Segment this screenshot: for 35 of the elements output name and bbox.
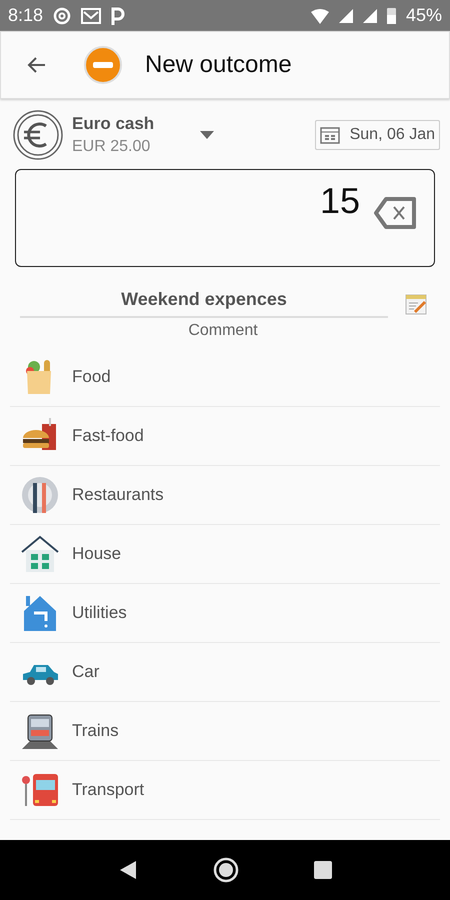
status-time: 8:18 — [8, 5, 44, 26]
date-button[interactable]: Sun, 06 Jan — [314, 120, 440, 150]
battery-percent: 45% — [406, 5, 442, 26]
category-item[interactable]: Fast-food — [10, 407, 440, 466]
backspace-icon[interactable] — [374, 196, 418, 230]
wifi-icon — [310, 8, 329, 24]
category-item[interactable]: Restaurants — [10, 466, 440, 525]
category-item[interactable]: Trains — [10, 702, 440, 761]
back-nav-icon[interactable] — [118, 860, 138, 880]
comment-label: Comment — [187, 321, 259, 340]
calendar-icon — [320, 126, 340, 144]
at-sign-icon — [53, 6, 72, 24]
screen-title: New outcome — [145, 51, 292, 79]
p-app-icon — [111, 6, 126, 24]
amount-field[interactable]: 15 — [15, 169, 435, 267]
plate-icon — [20, 475, 60, 515]
dropdown-icon[interactable] — [200, 131, 214, 139]
signal-icon — [338, 8, 353, 22]
category-item[interactable]: Car — [10, 643, 440, 702]
euro-coin-icon[interactable] — [12, 109, 64, 161]
comment-field[interactable]: Weekend expences — [20, 289, 388, 318]
category-item[interactable]: Food — [10, 348, 440, 407]
category-item[interactable]: Transport — [10, 761, 440, 820]
home-nav-icon[interactable] — [212, 857, 239, 883]
category-item[interactable]: House — [10, 525, 440, 584]
account-name[interactable]: Euro cash — [72, 114, 192, 134]
category-item[interactable]: Utilities — [10, 584, 440, 643]
mail-icon — [81, 8, 102, 24]
house-icon — [20, 534, 60, 574]
recents-nav-icon[interactable] — [314, 861, 332, 879]
minus-circle-icon — [83, 45, 123, 85]
notepad-icon[interactable] — [404, 292, 428, 316]
signal-icon — [362, 8, 377, 22]
battery-icon — [386, 8, 396, 24]
account-balance: EUR 25.00 — [72, 138, 152, 156]
